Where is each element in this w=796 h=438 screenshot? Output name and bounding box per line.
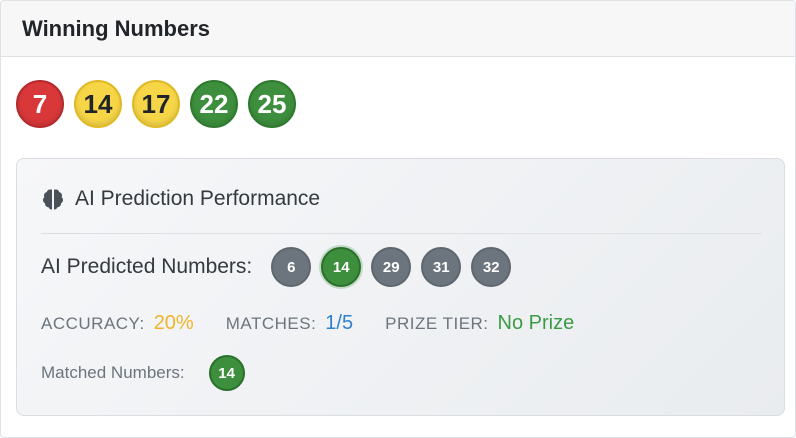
matched-ball: 14 <box>208 355 245 391</box>
predicted-balls: 6 14 29 31 32 <box>271 247 512 287</box>
predicted-numbers-label: AI Predicted Numbers: <box>41 255 253 278</box>
card-title: Winning Numbers <box>22 15 211 41</box>
accuracy-label: ACCURACY: <box>41 314 145 333</box>
prize-tier-label: PRIZE TIER: <box>385 314 489 333</box>
matches-value: 1/5 <box>325 312 354 334</box>
matched-numbers-label: Matched Numbers: <box>41 363 185 382</box>
predicted-ball: 29 <box>371 247 412 287</box>
predicted-ball: 6 <box>271 247 312 287</box>
ai-panel-title: AI Prediction Performance <box>75 187 321 210</box>
winning-ball: 17 <box>132 80 180 128</box>
matches-label: MATCHES: <box>225 314 317 333</box>
ai-prediction-panel: AI Prediction Performance AI Predicted N… <box>16 158 785 416</box>
stats-row: ACCURACY: 20% MATCHES: 1/5 PRIZE TIER: N… <box>41 312 606 335</box>
winning-ball: 7 <box>16 80 64 128</box>
divider <box>41 233 762 234</box>
ai-panel-heading: AI Prediction Performance <box>41 187 320 211</box>
predicted-ball: 31 <box>421 247 462 287</box>
prize-tier-value: No Prize <box>497 312 575 334</box>
winning-ball: 22 <box>190 80 238 128</box>
predicted-numbers-row: AI Predicted Numbers: 6 14 29 31 32 <box>41 247 512 287</box>
winning-ball: 14 <box>74 80 122 128</box>
predicted-ball: 32 <box>471 247 512 287</box>
predicted-ball-matched: 14 <box>321 247 362 287</box>
winning-numbers-card: Winning Numbers 7 14 17 22 25 AI Predict… <box>0 0 796 438</box>
winning-ball: 25 <box>248 80 296 128</box>
accuracy-value: 20% <box>153 312 194 334</box>
card-header: Winning Numbers <box>1 1 795 57</box>
matched-numbers-row: Matched Numbers: 14 <box>41 355 245 391</box>
winning-numbers-row: 7 14 17 22 25 <box>16 80 296 128</box>
brain-icon <box>43 189 63 210</box>
